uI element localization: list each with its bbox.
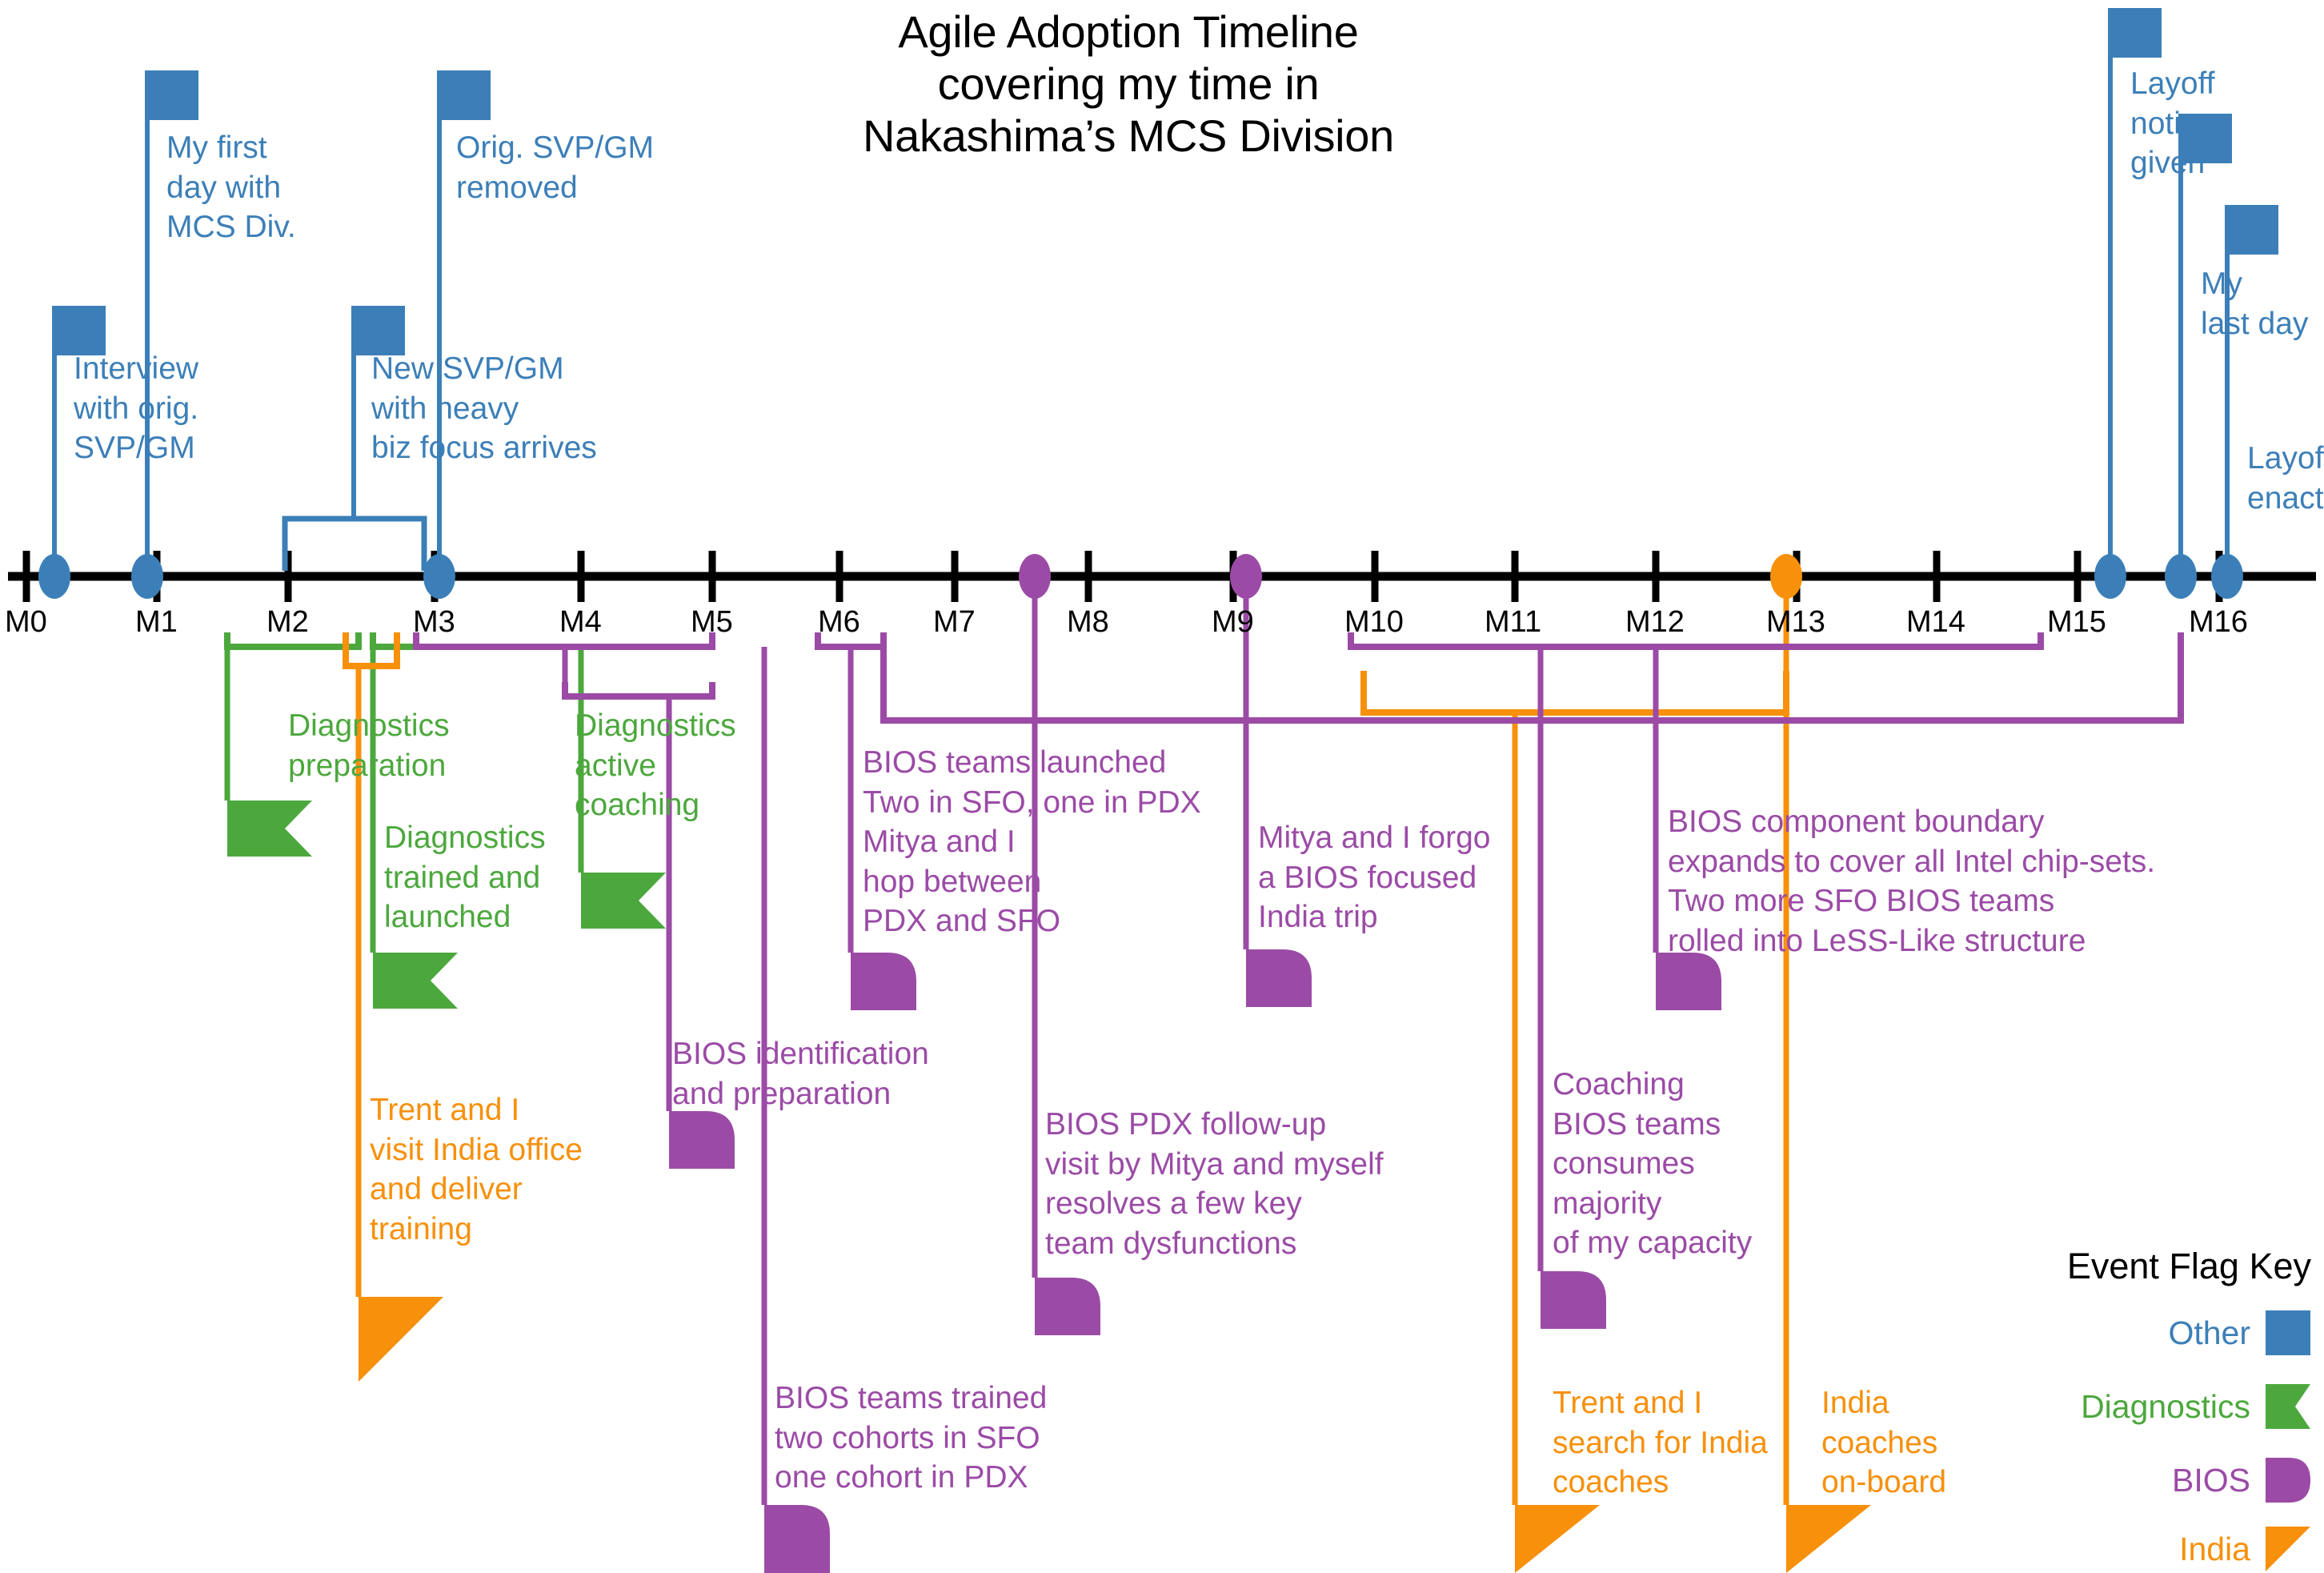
axis-tick-m12: M12 <box>1625 605 1685 639</box>
timeline-axis <box>8 551 2316 602</box>
legend-item-bios[interactable]: BIOS <box>2172 1457 2311 1503</box>
event-label-new-svp: New SVP/GM with heavy biz focus arrives <box>371 351 597 466</box>
axis-tick-m13: M13 <box>1766 605 1825 639</box>
event-label-interview: Interview with orig. SVP/GM <box>74 351 199 466</box>
axis-tick-m1: M1 <box>135 605 178 639</box>
axis-tick-m7: M7 <box>933 605 976 639</box>
timeline-diagram: Agile Adoption Timeline covering my time… <box>0 0 2324 1573</box>
axis-tick-m2: M2 <box>266 605 309 639</box>
rounded-flag-icon <box>2266 1458 2310 1503</box>
event-label-bios-ident: BIOS identification and preparation <box>672 1037 929 1111</box>
event-label-layoffs-enacted: Layoffs enacted <box>2247 441 2324 516</box>
event-label-coaching-cap: Coaching BIOS teams consumes majority of… <box>1553 1067 1753 1261</box>
event-label-bios-boundary: BIOS component boundary expands to cover… <box>1668 805 2156 958</box>
event-label-forgo-india: Mitya and I forgo a BIOS focused India t… <box>1258 821 1491 935</box>
axis-tick-m11: M11 <box>1485 605 1542 639</box>
event-label-diag-trained: Diagnostics trained and launched <box>384 821 546 935</box>
legend-title: Event Flag Key <box>2066 1246 2311 1286</box>
axis-tick-m14: M14 <box>1906 605 1965 639</box>
event-label-diag-coaching: Diagnostics active coaching <box>575 708 736 823</box>
event-label-search-coaches: Trent and I search for India coaches <box>1553 1386 1768 1500</box>
legend-label-diagnostics: Diagnostics <box>2081 1387 2250 1425</box>
event-label-bios-launched: BIOS teams launched Two in SFO, one in P… <box>863 745 1201 939</box>
legend-label-bios: BIOS <box>2172 1461 2250 1499</box>
event-label-coaches-onboard: India coaches on-board <box>1821 1386 1947 1500</box>
axis-tick-m5: M5 <box>691 605 733 639</box>
axis-tick-m0: M0 <box>5 605 47 639</box>
event-label-bios-trained: BIOS teams trained two cohorts in SFO on… <box>775 1381 1048 1495</box>
axis-tick-m16: M16 <box>2189 605 2248 639</box>
axis-tick-m15: M15 <box>2047 605 2106 639</box>
axis-tick-m4: M4 <box>559 605 602 639</box>
event-label-india-training: Trent and I visit India office and deliv… <box>370 1093 583 1246</box>
axis-tick-m9: M9 <box>1212 605 1254 639</box>
event-label-bios-pdx: BIOS PDX follow-up visit by Mitya and my… <box>1045 1107 1384 1261</box>
page-title: Agile Adoption Timeline covering my time… <box>863 6 1394 161</box>
event-label-orig-svp-removed: Orig. SVP/GM removed <box>456 130 655 205</box>
legend-item-other[interactable]: Other <box>2168 1310 2311 1356</box>
event-label-layoff-notices: Layoff notices given <box>2130 66 2230 181</box>
event-label-my-last-day: My last day <box>2201 267 2309 341</box>
legend-item-india[interactable]: India <box>2179 1526 2311 1572</box>
notched-flag-icon <box>2266 1384 2310 1429</box>
legend-label-other: Other <box>2168 1314 2250 1351</box>
square-flag-icon <box>2266 1310 2310 1355</box>
triangle-flag-icon <box>2266 1527 2310 1571</box>
axis-tick-m8: M8 <box>1067 605 1109 639</box>
axis-tick-m6: M6 <box>818 605 860 639</box>
legend-item-diagnostics[interactable]: Diagnostics <box>2081 1383 2311 1430</box>
axis-tick-m10: M10 <box>1344 605 1404 639</box>
event-label-diag-prep: Diagnostics preparation <box>288 708 450 783</box>
event-label-first-day: My first day with MCS Div. <box>166 130 296 245</box>
axis-tick-m3: M3 <box>413 605 455 639</box>
flag-my-last-day[interactable] <box>2165 114 2232 599</box>
legend-label-india: India <box>2179 1530 2250 1567</box>
